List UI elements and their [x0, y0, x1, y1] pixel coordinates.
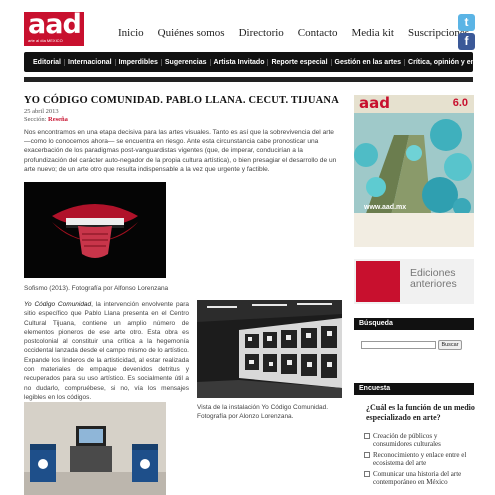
nav-quienes-somos[interactable]: Quiénes somos: [158, 27, 225, 39]
search-button[interactable]: Buscar: [438, 340, 462, 350]
menu-imperdibles[interactable]: Imperdibles: [116, 58, 162, 66]
poll-checkbox[interactable]: [364, 452, 370, 458]
poll-checkbox[interactable]: [364, 471, 370, 477]
article-title: YO CÓDIGO COMUNIDAD. PABLO LLANA. CECUT.…: [24, 95, 339, 106]
magazine-logo: aad: [359, 95, 390, 112]
nav-contacto[interactable]: Contacto: [298, 27, 338, 39]
artwork-title: Yo Código Comunidad: [24, 301, 92, 308]
artwork-image-installation: [197, 300, 342, 398]
menu-gestion[interactable]: Gestión en las artes: [332, 58, 406, 66]
poll-option-label: Creación de públicos y consumidores cult…: [373, 432, 441, 448]
article-body: Yo Código Comunidad, la intervención env…: [24, 300, 189, 402]
twitter-icon[interactable]: t: [458, 14, 475, 31]
search-widget-title: Búsqueda: [354, 318, 474, 330]
menu-artista-invitado[interactable]: Artista Invitado: [211, 58, 269, 66]
previous-editions-thumbnail: [356, 261, 400, 302]
poll-option[interactable]: Comunicar una historia del arte contempo…: [364, 470, 476, 486]
poll-options: Creación de públicos y consumidores cult…: [364, 432, 476, 489]
site-logo[interactable]: aad arte al día MEXICO: [24, 9, 84, 46]
article-section: Sección: Reseña: [24, 116, 68, 123]
poll-checkbox[interactable]: [364, 433, 370, 439]
poll-option-label: Reconocimiento y enlace entre el ecosist…: [373, 451, 467, 467]
nav-directorio[interactable]: Directorio: [239, 27, 284, 39]
article-intro: Nos encontramos en una etapa decisiva pa…: [24, 129, 337, 173]
top-nav: Inicio Quiénes somos Directorio Contacto…: [118, 27, 469, 39]
artwork-image-recycling: [24, 402, 166, 495]
category-menu: Editorial Internacional Imperdibles Suge…: [24, 52, 491, 72]
search-input[interactable]: [361, 341, 436, 349]
artwork-image-mouth: [24, 182, 166, 278]
logo-text: aad: [28, 9, 82, 40]
magazine-footer: [354, 213, 474, 247]
article-body-text: , la intervención envolvente para sitio …: [24, 301, 189, 401]
menu-editorial[interactable]: Editorial: [30, 58, 66, 66]
poll-option[interactable]: Reconocimiento y enlace entre el ecosist…: [364, 451, 476, 467]
magazine-url: www.aad.mx: [364, 204, 407, 211]
previous-editions-banner[interactable]: Ediciones anteriores: [354, 259, 474, 304]
magazine-issue: 6.0: [452, 97, 468, 109]
previous-editions-label: Ediciones anteriores: [410, 267, 457, 290]
menu-internacional[interactable]: Internacional: [65, 58, 116, 66]
article-date: 25 abril 2013: [24, 108, 59, 115]
section-link[interactable]: Reseña: [48, 116, 68, 123]
menu-reporte-especial[interactable]: Reporte especial: [268, 58, 332, 66]
poll-option-label: Comunicar una historia del arte contempo…: [373, 470, 462, 486]
magazine-cover[interactable]: aad 6.0 www.aad.mx: [354, 95, 474, 247]
nav-media-kit[interactable]: Media kit: [352, 27, 394, 39]
menu-sugerencias[interactable]: Sugerencias: [162, 58, 211, 66]
image-caption-1: Sofismo (2013). Fotografía por Alfonso L…: [24, 285, 169, 292]
image-caption-2: Vista de la instalación Yo Código Comuni…: [197, 404, 329, 420]
poll-widget-title: Encuesta: [354, 383, 474, 395]
section-label: Sección:: [24, 116, 47, 123]
logo-subtitle: arte al día MEXICO: [28, 38, 63, 43]
poll-question: ¿Cuál es la función de un medio especial…: [366, 403, 475, 422]
menu-critica[interactable]: Crítica, opinión y ensayo: [405, 59, 494, 66]
poll-option[interactable]: Creación de públicos y consumidores cult…: [364, 432, 476, 448]
nav-inicio[interactable]: Inicio: [118, 27, 144, 39]
facebook-icon[interactable]: f: [458, 33, 475, 50]
menu-divider: [24, 77, 473, 82]
